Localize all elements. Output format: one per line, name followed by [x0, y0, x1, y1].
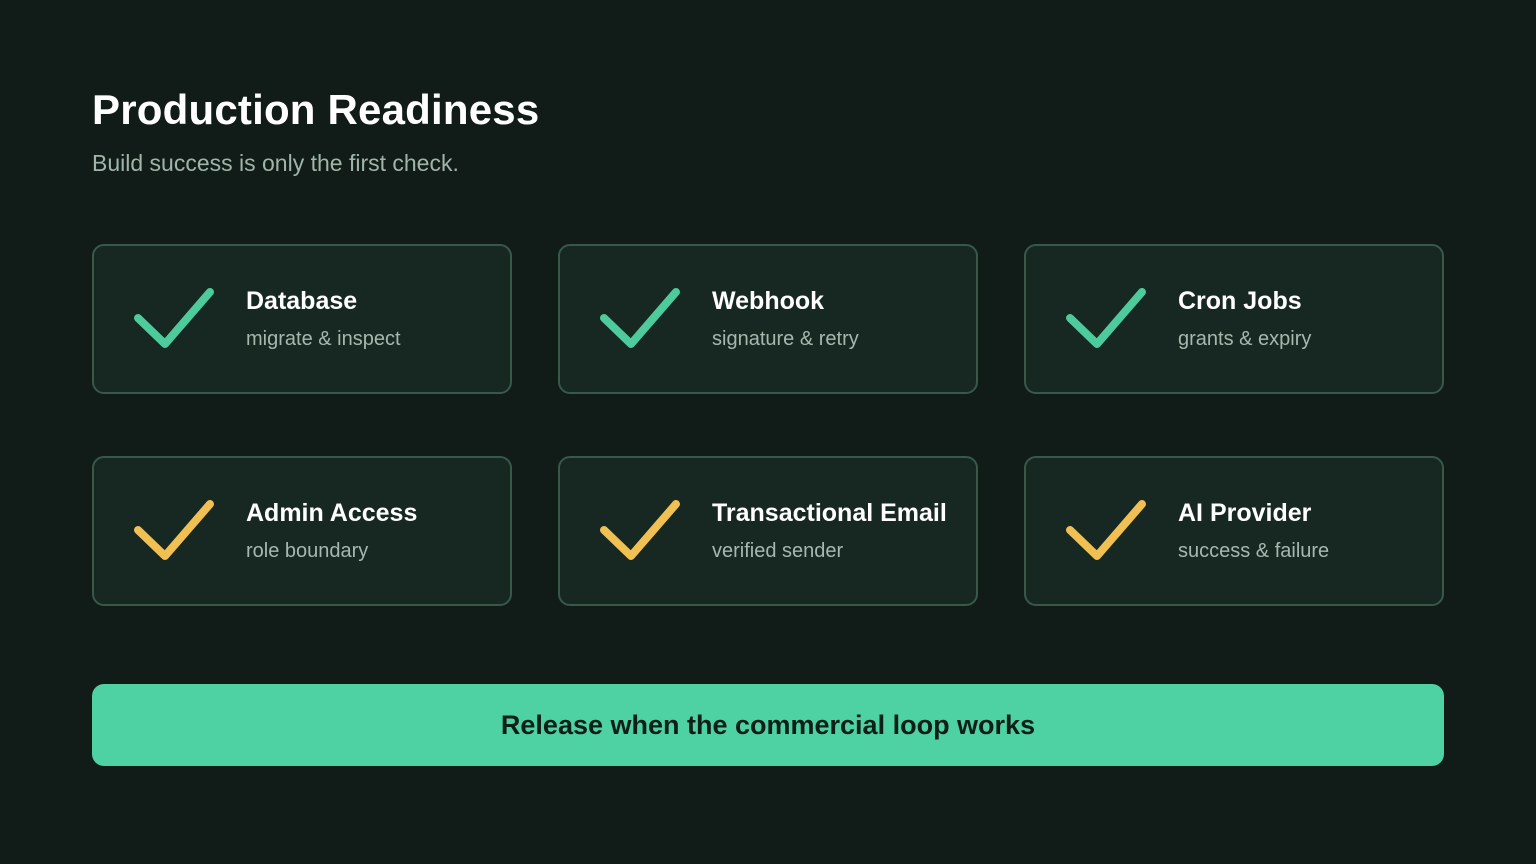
- card-title: Database: [246, 287, 358, 315]
- card-text: Transactional Email verified sender: [712, 499, 947, 563]
- card-database: Database migrate & inspect: [92, 244, 512, 394]
- slide: Production Readiness Build success is on…: [0, 0, 1536, 864]
- card-title: AI Provider: [1178, 499, 1312, 527]
- check-icon: [1066, 500, 1146, 562]
- card-cron-jobs: Cron Jobs grants & expiry: [1024, 244, 1444, 394]
- card-subtitle: success & failure: [1178, 540, 1330, 562]
- card-subtitle: grants & expiry: [1178, 328, 1312, 350]
- card-subtitle: migrate & inspect: [246, 328, 401, 350]
- card-text: Admin Access role boundary: [246, 499, 417, 563]
- card-ai-provider: AI Provider success & failure: [1024, 456, 1444, 606]
- check-icon: [1066, 288, 1146, 350]
- release-button[interactable]: Release when the commercial loop works: [92, 684, 1444, 766]
- readiness-grid: Database migrate & inspect Webhook signa…: [92, 244, 1444, 606]
- card-title: Cron Jobs: [1178, 287, 1302, 315]
- page-subtitle: Build success is only the first check.: [92, 150, 459, 176]
- card-title: Admin Access: [246, 499, 418, 527]
- card-text: Cron Jobs grants & expiry: [1178, 287, 1311, 351]
- page-title: Production Readiness: [92, 86, 540, 133]
- card-title: Webhook: [712, 287, 825, 315]
- card-admin-access: Admin Access role boundary: [92, 456, 512, 606]
- card-text: AI Provider success & failure: [1178, 499, 1329, 563]
- card-transactional-email: Transactional Email verified sender: [558, 456, 978, 606]
- card-title: Transactional Email: [712, 499, 947, 527]
- card-webhook: Webhook signature & retry: [558, 244, 978, 394]
- check-icon: [134, 288, 214, 350]
- card-subtitle: role boundary: [246, 540, 369, 562]
- check-icon: [600, 500, 680, 562]
- check-icon: [600, 288, 680, 350]
- check-icon: [134, 500, 214, 562]
- card-subtitle: verified sender: [712, 540, 844, 562]
- card-text: Database migrate & inspect: [246, 287, 401, 351]
- card-text: Webhook signature & retry: [712, 287, 859, 351]
- card-subtitle: signature & retry: [712, 328, 859, 350]
